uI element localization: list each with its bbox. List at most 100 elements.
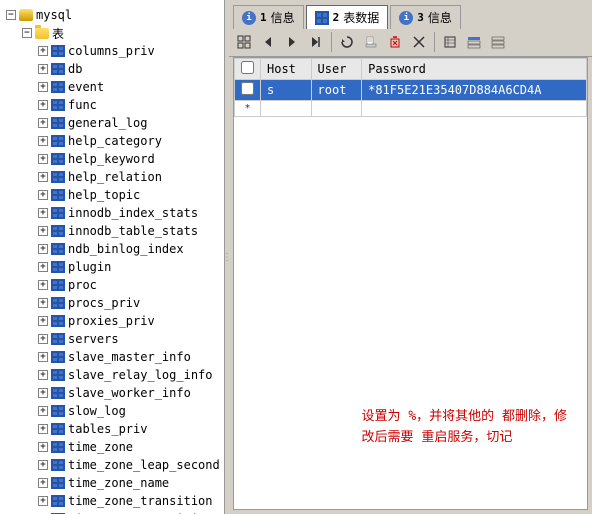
expand-help-topic[interactable]: + xyxy=(38,190,48,200)
tree-item-columns-priv[interactable]: + columns_priv xyxy=(0,42,224,60)
tree-item-procs-priv[interactable]: + procs_priv xyxy=(0,294,224,312)
expand-plugin[interactable]: + xyxy=(38,262,48,272)
tree-item-ndb-binlog-index[interactable]: + ndb_binlog_index xyxy=(0,240,224,258)
toolbar-edit-btn[interactable] xyxy=(360,31,382,53)
tree-item-slave-master-info[interactable]: + slave_master_info xyxy=(0,348,224,366)
tree-item-time-zone-leap-second[interactable]: + time_zone_leap_second xyxy=(0,456,224,474)
tree-item-servers[interactable]: + servers xyxy=(0,330,224,348)
tree-item-func[interactable]: + func xyxy=(0,96,224,114)
cell-user-1[interactable]: root xyxy=(311,80,362,101)
tab-num-3: 3 xyxy=(417,11,424,24)
folder-icon xyxy=(34,25,50,41)
tree-item-proc[interactable]: + proc xyxy=(0,276,224,294)
tree-item-tables-section[interactable]: − 表 xyxy=(0,24,224,42)
tab-info-1[interactable]: i 1 信息 xyxy=(233,5,304,29)
tab-table-data[interactable]: 2 表数据 xyxy=(306,5,389,29)
tree-item-db[interactable]: + db xyxy=(0,60,224,78)
tree-item-help-relation[interactable]: + help_relation xyxy=(0,168,224,186)
data-table: Host User Password s root *81F5E21E35407… xyxy=(234,58,587,117)
help-keyword-label: help_keyword xyxy=(66,152,155,166)
toolbar-nav-next-btn[interactable] xyxy=(281,31,303,53)
expand-time-zone-transition[interactable]: + xyxy=(38,496,48,506)
collapse-mysql[interactable]: − xyxy=(6,10,16,20)
col-host: Host xyxy=(261,59,312,80)
tab-num-1: 1 xyxy=(260,11,267,24)
tables-priv-label: tables_priv xyxy=(66,422,147,436)
toolbar-nav-last-btn[interactable] xyxy=(305,31,327,53)
toolbar-refresh-btn[interactable] xyxy=(336,31,358,53)
collapse-tables[interactable]: − xyxy=(22,28,32,38)
time-zone-transition-label: time_zone_transition xyxy=(66,494,213,508)
expand-db[interactable]: + xyxy=(38,64,48,74)
content-area: Host User Password s root *81F5E21E35407… xyxy=(233,57,588,510)
expand-help-keyword[interactable]: + xyxy=(38,154,48,164)
expand-proc[interactable]: + xyxy=(38,280,48,290)
tree-item-proxies-priv[interactable]: + proxies_priv xyxy=(0,312,224,330)
expand-time-zone-leap[interactable]: + xyxy=(38,460,48,470)
cell-host-2[interactable] xyxy=(261,101,312,117)
tree-item-general-log[interactable]: + general_log xyxy=(0,114,224,132)
expand-slow-log[interactable]: + xyxy=(38,406,48,416)
expand-help-category[interactable]: + xyxy=(38,136,48,146)
tree-item-time-zone[interactable]: + time_zone xyxy=(0,438,224,456)
tab-info-3[interactable]: i 3 信息 xyxy=(390,5,461,29)
tree-item-innodb-index-stats[interactable]: + innodb_index_stats xyxy=(0,204,224,222)
expand-procs-priv[interactable]: + xyxy=(38,298,48,308)
tree-item-plugin[interactable]: + plugin xyxy=(0,258,224,276)
expand-event[interactable]: + xyxy=(38,82,48,92)
expand-help-relation[interactable]: + xyxy=(38,172,48,182)
tree-item-time-zone-transition[interactable]: + time_zone_transition xyxy=(0,492,224,510)
expand-proxies-priv[interactable]: + xyxy=(38,316,48,326)
toolbar-grid-btn[interactable] xyxy=(233,31,255,53)
tree-item-slave-relay-log-info[interactable]: + slave_relay_log_info xyxy=(0,366,224,384)
expand-time-zone-name[interactable]: + xyxy=(38,478,48,488)
toolbar-select-all-btn[interactable] xyxy=(439,31,461,53)
tree-item-event[interactable]: + event xyxy=(0,78,224,96)
row-indicator-2: * xyxy=(235,101,261,117)
toolbar-nav-prev-btn[interactable] xyxy=(257,31,279,53)
tables-section-label: 表 xyxy=(50,25,64,42)
time-zone-leap-second-label: time_zone_leap_second xyxy=(66,458,220,472)
slave-master-info-label: slave_master_info xyxy=(66,350,191,364)
tree-item-help-topic[interactable]: + help_topic xyxy=(0,186,224,204)
toolbar-view2-btn[interactable] xyxy=(487,31,509,53)
help-relation-label: help_relation xyxy=(66,170,162,184)
tree-item-help-keyword[interactable]: + help_keyword xyxy=(0,150,224,168)
expand-func[interactable]: + xyxy=(38,100,48,110)
table-icon-slow-log xyxy=(50,403,66,419)
toolbar-view1-btn[interactable] xyxy=(463,31,485,53)
expand-columns-priv[interactable]: + xyxy=(38,46,48,56)
table-icon-innodb-index xyxy=(50,205,66,221)
tree-item-slow-log[interactable]: + slow_log xyxy=(0,402,224,420)
tree-item-time-zone-name[interactable]: + time_zone_name xyxy=(0,474,224,492)
tree-item-help-category[interactable]: + help_category xyxy=(0,132,224,150)
table-row[interactable]: s root *81F5E21E35407D884A6CD4A xyxy=(235,80,587,101)
row-check-1[interactable] xyxy=(235,80,261,101)
cell-user-2[interactable] xyxy=(311,101,362,117)
tree-item-tables-priv[interactable]: + tables_priv xyxy=(0,420,224,438)
table-row[interactable]: * xyxy=(235,101,587,117)
expand-innodb-index-stats[interactable]: + xyxy=(38,208,48,218)
toolbar-cancel-btn[interactable] xyxy=(408,31,430,53)
tree-panel: − mysql − 表 + xyxy=(0,0,225,514)
expand-general-log[interactable]: + xyxy=(38,118,48,128)
tree-item-innodb-table-stats[interactable]: + innodb_table_stats xyxy=(0,222,224,240)
expand-tables-priv[interactable]: + xyxy=(38,424,48,434)
expand-slave-relay-log[interactable]: + xyxy=(38,370,48,380)
expand-slave-worker-info[interactable]: + xyxy=(38,388,48,398)
toolbar-delete-btn[interactable] xyxy=(384,31,406,53)
slave-relay-log-info-label: slave_relay_log_info xyxy=(66,368,213,382)
tree-item-time-zone-transition-type[interactable]: + time_zone_transition_type xyxy=(0,510,224,514)
cell-password-2[interactable] xyxy=(362,101,587,117)
expand-servers[interactable]: + xyxy=(38,334,48,344)
tree-item-mysql[interactable]: − mysql xyxy=(0,6,224,24)
cell-password-1[interactable]: *81F5E21E35407D884A6CD4A xyxy=(362,80,587,101)
select-all-checkbox[interactable] xyxy=(241,61,254,74)
row-checkbox-1[interactable] xyxy=(241,82,254,95)
expand-ndb-binlog[interactable]: + xyxy=(38,244,48,254)
tree-item-slave-worker-info[interactable]: + slave_worker_info xyxy=(0,384,224,402)
cell-host-1[interactable]: s xyxy=(261,80,312,101)
expand-innodb-table-stats[interactable]: + xyxy=(38,226,48,236)
expand-time-zone[interactable]: + xyxy=(38,442,48,452)
expand-slave-master-info[interactable]: + xyxy=(38,352,48,362)
